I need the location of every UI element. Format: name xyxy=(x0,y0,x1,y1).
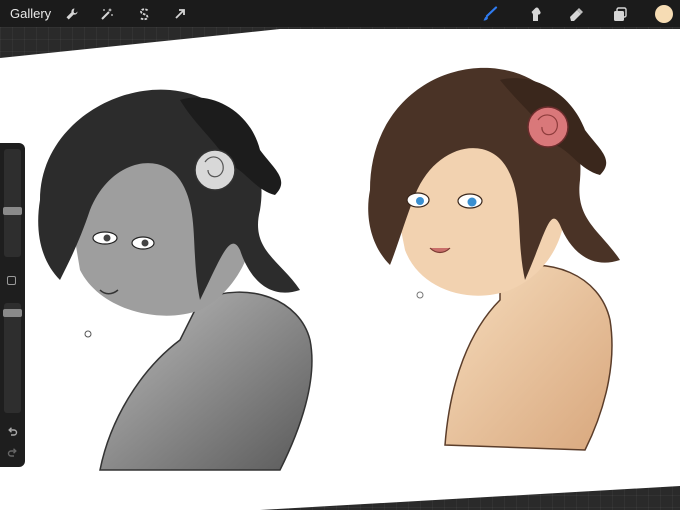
magic-wand-icon[interactable] xyxy=(97,0,117,27)
opacity-slider[interactable] xyxy=(3,303,22,413)
brush-size-handle[interactable] xyxy=(3,207,22,215)
redo-icon[interactable] xyxy=(5,445,20,460)
top-toolbar: Gallery xyxy=(0,0,680,27)
eraser-icon[interactable] xyxy=(566,0,586,27)
layers-icon[interactable] xyxy=(610,0,630,27)
brush-icon[interactable] xyxy=(480,0,500,27)
gallery-button[interactable]: Gallery xyxy=(10,0,51,27)
brush-size-slider[interactable] xyxy=(3,149,22,257)
modify-button[interactable] xyxy=(7,276,16,285)
color-swatch-button[interactable] xyxy=(654,0,674,27)
undo-icon[interactable] xyxy=(5,424,20,439)
brush-sidebar xyxy=(0,143,25,467)
arrow-cursor-icon[interactable] xyxy=(170,0,190,27)
smudge-finger-icon[interactable] xyxy=(525,0,545,27)
selection-s-icon[interactable] xyxy=(134,0,154,27)
artwork-canvas[interactable] xyxy=(0,0,680,510)
wrench-icon[interactable] xyxy=(62,0,82,27)
opacity-handle[interactable] xyxy=(3,309,22,317)
current-color-swatch xyxy=(655,4,673,23)
